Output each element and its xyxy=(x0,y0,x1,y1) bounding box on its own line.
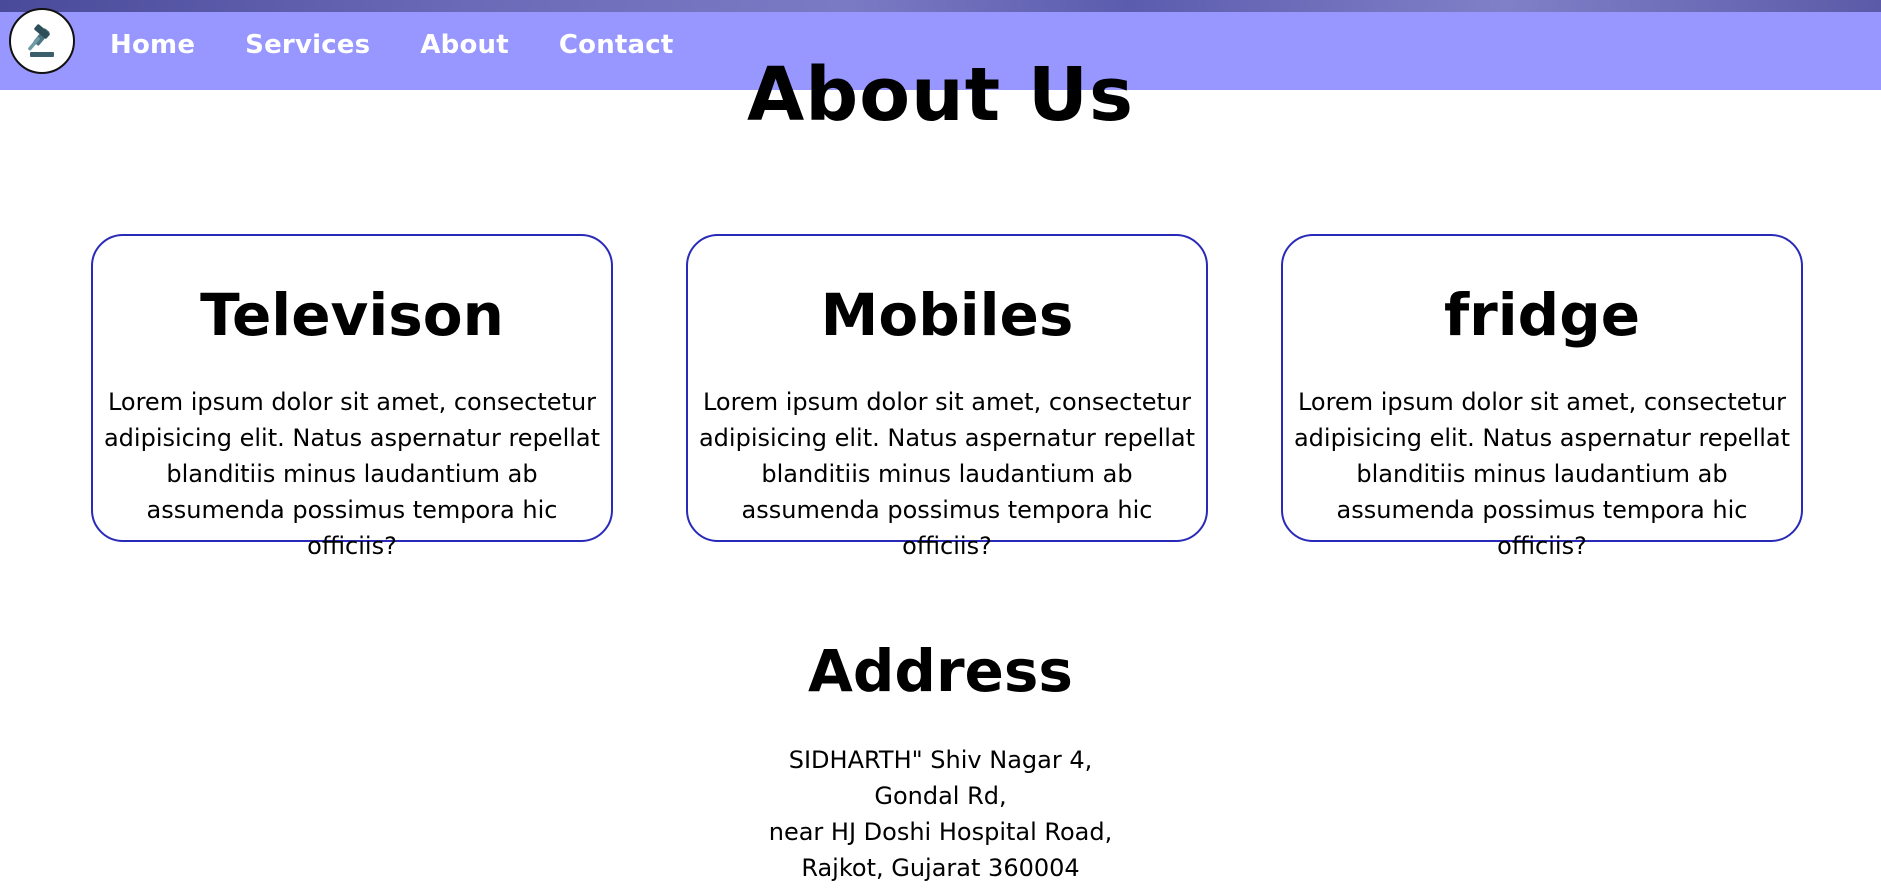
card-text: Lorem ipsum dolor sit amet, consectetur … xyxy=(698,388,1196,560)
card-title: Mobiles xyxy=(820,281,1074,349)
address-block: SIDHARTH" Shiv Nagar 4, Gondal Rd, near … xyxy=(0,742,1881,886)
address-line: Gondal Rd, xyxy=(874,782,1007,810)
card-title: fridge xyxy=(1443,281,1641,349)
page: Home Services About Contact About Us Tel… xyxy=(0,0,1881,888)
about-title: About Us xyxy=(746,52,1135,138)
address-line: SIDHARTH" Shiv Nagar 4, xyxy=(788,746,1093,774)
card-text: Lorem ipsum dolor sit amet, consectetur … xyxy=(1293,388,1791,560)
address-line: near HJ Doshi Hospital Road, xyxy=(768,818,1113,846)
hero-background-strip xyxy=(0,0,1881,12)
card-text: Lorem ipsum dolor sit amet, consectetur … xyxy=(103,388,601,560)
card-mobiles: Mobiles Lorem ipsum dolor sit amet, cons… xyxy=(686,234,1208,560)
card-television: Televison Lorem ipsum dolor sit amet, co… xyxy=(91,234,613,560)
address-line: Rajkot, Gujarat 360004 xyxy=(801,854,1080,882)
address-title: Address xyxy=(808,637,1073,705)
card-fridge: fridge Lorem ipsum dolor sit amet, conse… xyxy=(1281,234,1803,560)
card-title: Televison xyxy=(200,281,504,349)
